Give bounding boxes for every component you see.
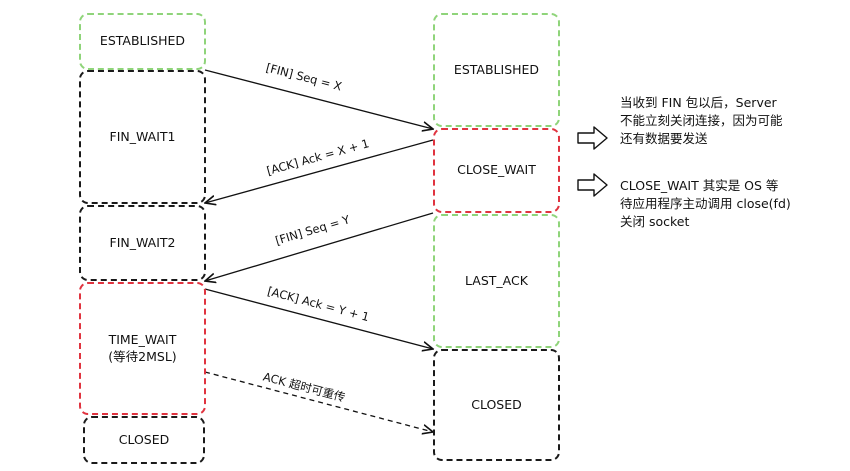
note-arrow-icon: [577, 126, 608, 150]
server-state-last-ack-label: LAST_ACK: [465, 272, 528, 288]
note-close-wait: CLOSE_WAIT 其实是 OS 等 待应用程序主动调用 close(fd) …: [620, 178, 791, 230]
client-state-closed: CLOSED: [83, 416, 205, 464]
client-state-time-wait: TIME_WAIT (等待2MSL): [79, 282, 206, 415]
client-state-fin-wait2: FIN_WAIT2: [79, 205, 206, 281]
server-state-established-label: ESTABLISHED: [453, 61, 540, 77]
server-state-closed-label: CLOSED: [471, 396, 522, 412]
client-state-fin-wait2-label: FIN_WAIT2: [109, 234, 176, 250]
server-state-close-wait: CLOSE_WAIT: [433, 128, 560, 213]
ack-retransmit-arrow: [204, 371, 433, 432]
server-state-established: ESTABLISHED: [433, 13, 560, 127]
client-state-established: ESTABLISHED: [79, 13, 206, 70]
note-fin-received: 当收到 FIN 包以后，Server 不能立刻关闭连接，因为可能 还有数据要发送: [620, 95, 783, 147]
client-state-closed-label: CLOSED: [118, 431, 170, 447]
note-arrow-icon: [577, 173, 608, 197]
server-state-closed: CLOSED: [433, 349, 560, 461]
client-state-established-label: ESTABLISHED: [99, 33, 186, 49]
client-state-fin-wait1: FIN_WAIT1: [79, 70, 206, 204]
server-state-last-ack: LAST_ACK: [433, 214, 560, 348]
server-state-close-wait-label: CLOSE_WAIT: [457, 162, 536, 178]
client-state-fin-wait1-label: FIN_WAIT1: [109, 128, 176, 144]
client-state-time-wait-label: TIME_WAIT (等待2MSL): [108, 331, 177, 364]
